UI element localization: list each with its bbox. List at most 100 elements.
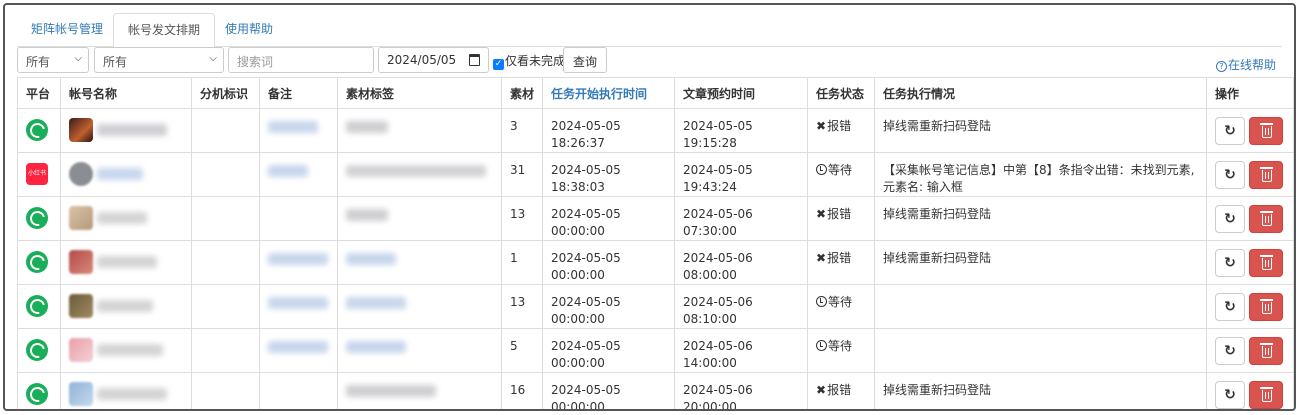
delete-button[interactable] <box>1249 205 1283 233</box>
status-cell: 等待 <box>807 328 875 373</box>
status-cell: ✖报错 <box>807 240 875 285</box>
avatar <box>69 162 93 186</box>
material-count: 1 <box>501 240 543 285</box>
start-time: 2024-05-05 00:00:00 <box>542 240 675 285</box>
redacted-remark <box>268 297 328 309</box>
filter-toolbar: 所有 ⌵ 所有 ⌵ 搜索词 2024/05/05 ✓ 仅看未完成 查询 ? 在线帮助 <box>17 47 1282 77</box>
wechat-channels-icon <box>26 251 48 273</box>
platform-cell <box>17 240 61 285</box>
online-help-label: 在线帮助 <box>1227 58 1276 72</box>
detail-text <box>874 284 1207 329</box>
redacted-remark <box>268 121 318 133</box>
error-x-icon: ✖ <box>816 383 827 397</box>
redacted-name <box>97 168 143 180</box>
detail-text: 掉线需重新扫码登陆 <box>874 240 1207 285</box>
col-actions: 操作 <box>1206 77 1294 109</box>
account-name-cell <box>60 108 192 153</box>
status-cell: 等待 <box>807 284 875 329</box>
retry-button[interactable]: ↻ <box>1215 117 1245 145</box>
col-status: 任务状态 <box>807 77 875 109</box>
query-button-label: 查询 <box>572 55 597 69</box>
retry-button[interactable]: ↻ <box>1215 381 1245 409</box>
retry-button[interactable]: ↻ <box>1215 337 1245 365</box>
platform-cell <box>17 108 61 153</box>
platform-select-value: 所有 <box>26 55 51 69</box>
extension-id-cell <box>191 284 260 329</box>
status-text: 等待 <box>828 163 853 177</box>
wechat-channels-icon <box>26 383 48 405</box>
table-row: 3 2024-05-05 18:26:37 2024-05-05 19:15:2… <box>17 108 1294 153</box>
platform-cell <box>17 196 61 241</box>
checkbox-checked-icon[interactable]: ✓ <box>493 59 504 70</box>
redacted-name <box>97 256 157 268</box>
actions-cell: ↻ <box>1206 108 1294 153</box>
col-scheduled-time: 文章预约时间 <box>674 77 808 109</box>
redacted-name <box>97 300 153 312</box>
question-icon: ? <box>1215 61 1227 72</box>
material-tags-cell <box>337 372 502 409</box>
xiaohongshu-icon: 小红书 <box>26 163 48 185</box>
material-count: 13 <box>501 196 543 241</box>
retry-button[interactable]: ↻ <box>1215 161 1245 189</box>
search-input[interactable]: 搜索词 <box>228 47 374 73</box>
col-start-time[interactable]: 任务开始执行时间 <box>542 77 675 109</box>
trash-icon <box>1260 123 1273 138</box>
account-select[interactable]: 所有 ⌵ <box>94 47 224 73</box>
actions-cell: ↻ <box>1206 240 1294 285</box>
remark-cell <box>259 108 338 153</box>
redacted-tags <box>346 209 388 221</box>
actions-cell: ↻ <box>1206 328 1294 373</box>
delete-button[interactable] <box>1249 249 1283 277</box>
date-input[interactable]: 2024/05/05 <box>378 47 489 73</box>
remark-cell <box>259 284 338 329</box>
delete-button[interactable] <box>1249 337 1283 365</box>
query-button[interactable]: 查询 <box>563 47 607 73</box>
account-name-cell <box>60 240 192 285</box>
actions-cell: ↻ <box>1206 372 1294 409</box>
scheduled-time: 2024-05-06 08:10:00 <box>674 284 808 329</box>
trash-icon <box>1260 255 1273 270</box>
col-extension-id: 分机标识 <box>191 77 260 109</box>
detail-text: 掉线需重新扫码登陆 <box>874 108 1207 153</box>
tab-help[interactable]: 使用帮助 <box>211 13 287 47</box>
tab-account-management[interactable]: 矩阵帐号管理 <box>17 13 117 47</box>
extension-id-cell <box>191 152 260 197</box>
material-tags-cell <box>337 108 502 153</box>
material-tags-cell <box>337 284 502 329</box>
clock-icon <box>816 340 827 351</box>
error-x-icon: ✖ <box>816 251 827 265</box>
start-time: 2024-05-05 18:26:37 <box>542 108 675 153</box>
table-row: 16 2024-05-05 00:00:00 2024-05-06 20:00:… <box>17 372 1294 409</box>
start-time: 2024-05-05 00:00:00 <box>542 196 675 241</box>
tab-schedule[interactable]: 帐号发文排期 <box>113 13 216 48</box>
scheduled-time: 2024-05-06 08:00:00 <box>674 240 808 285</box>
status-cell: 等待 <box>807 152 875 197</box>
delete-button[interactable] <box>1249 381 1283 409</box>
delete-button[interactable] <box>1249 117 1283 145</box>
col-material-tags: 素材标签 <box>337 77 502 109</box>
retry-button[interactable]: ↻ <box>1215 205 1245 233</box>
retry-button[interactable]: ↻ <box>1215 249 1245 277</box>
delete-button[interactable] <box>1249 293 1283 321</box>
remark-cell <box>259 152 338 197</box>
redacted-remark <box>268 165 308 177</box>
error-x-icon: ✖ <box>816 119 827 133</box>
retry-button[interactable]: ↻ <box>1215 293 1245 321</box>
chevron-down-icon: ⌵ <box>74 53 82 64</box>
table-row: 13 2024-05-05 00:00:00 2024-05-06 08:10:… <box>17 284 1294 329</box>
redacted-tags <box>346 253 396 265</box>
platform-select[interactable]: 所有 ⌵ <box>17 47 89 73</box>
avatar <box>69 294 93 318</box>
redacted-tags <box>346 341 406 353</box>
status-text: 报错 <box>827 207 852 221</box>
date-value: 2024/05/05 <box>387 53 457 67</box>
extension-id-cell <box>191 240 260 285</box>
col-account-name: 帐号名称 <box>60 77 192 109</box>
tab-bar: 矩阵帐号管理 帐号发文排期 使用帮助 <box>17 13 1282 48</box>
calendar-icon[interactable] <box>469 54 480 66</box>
online-help-link[interactable]: ? 在线帮助 <box>1215 56 1276 73</box>
delete-button[interactable] <box>1249 161 1283 189</box>
scheduled-time: 2024-05-06 07:30:00 <box>674 196 808 241</box>
only-unfinished-checkbox[interactable]: ✓ 仅看未完成 <box>493 52 565 70</box>
scheduled-time: 2024-05-06 14:00:00 <box>674 328 808 373</box>
